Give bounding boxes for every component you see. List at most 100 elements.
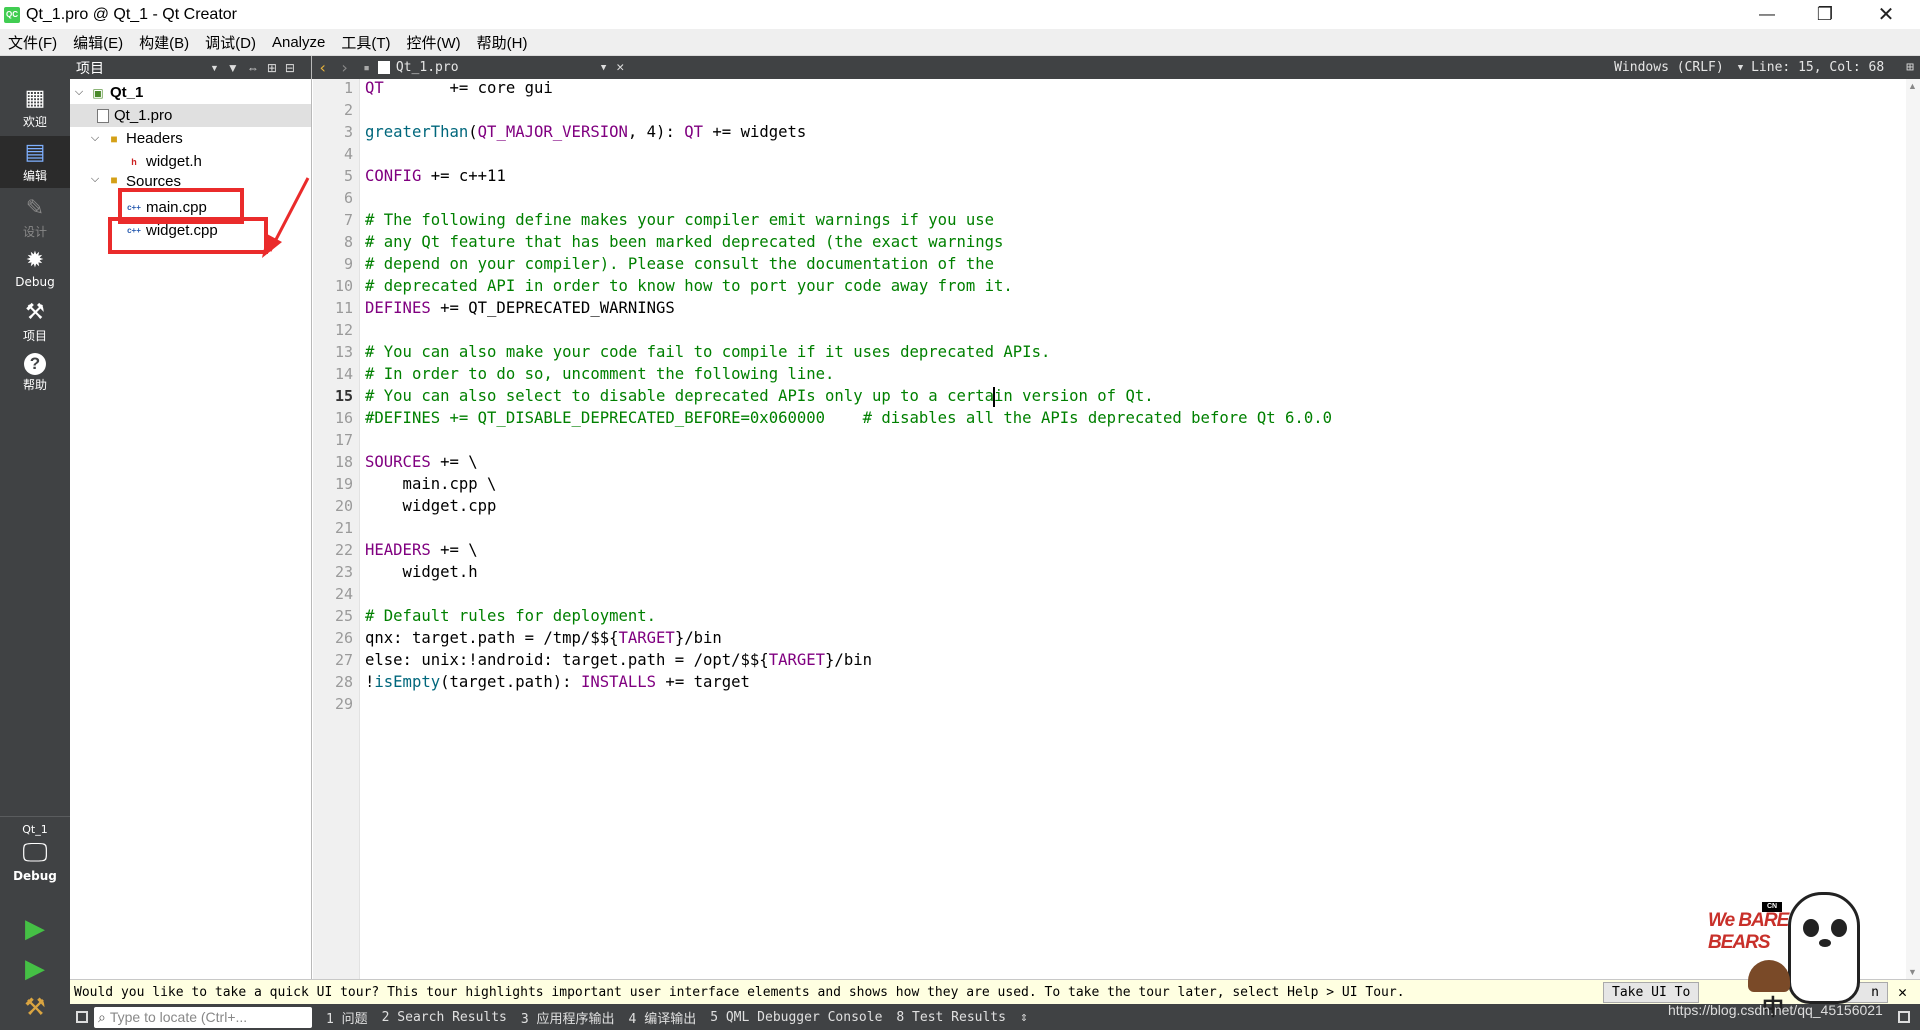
output-tab-application-output[interactable]: 3 应用程序输出 (521, 1008, 615, 1027)
file-icon (377, 61, 390, 74)
output-tab-issues[interactable]: 1 问题 (326, 1008, 368, 1027)
code-line: # You can also select to disable depreca… (365, 387, 1154, 405)
take-ui-tour-button[interactable]: Take UI To (1603, 982, 1700, 1003)
ui-tour-infobar: Would you like to take a quick UI tour? … (70, 979, 1920, 1004)
line-number: 18 (334, 453, 353, 471)
panda-eye (1831, 919, 1847, 937)
monitor-icon: 🖵 (22, 837, 48, 867)
mode-welcome[interactable]: ▦ 欢迎 (0, 86, 70, 136)
line-number: 27 (334, 651, 353, 669)
line-ending-selector[interactable]: Windows (CRLF) (1614, 60, 1724, 75)
menu-analyze[interactable]: Analyze (264, 34, 333, 51)
mode-projects[interactable]: ⚒ 项目 (0, 300, 70, 350)
qt-creator-window: QC Qt_1.pro @ Qt_1 - Qt Creator — ❐ ✕ 文件… (0, 0, 1920, 1030)
menu-help[interactable]: 帮助(H) (469, 32, 536, 53)
tree-item-project[interactable]: ⌵ ▣ Qt_1 (70, 81, 311, 104)
code-line: widget.cpp (365, 497, 497, 515)
close-document-icon[interactable]: ✕ (616, 60, 624, 75)
line-ending-dropdown-icon[interactable]: ▼ (1738, 63, 1743, 73)
split-icon[interactable]: ⊞ (263, 61, 281, 75)
line-number: 9 (343, 255, 353, 273)
close-infobar-icon[interactable]: ✕ (1898, 983, 1907, 1001)
close-pane-icon[interactable]: ⊟ (281, 61, 299, 75)
window-title: Qt_1.pro @ Qt_1 - Qt Creator (26, 5, 237, 23)
open-document-selector[interactable]: Qt_1.pro (396, 60, 601, 75)
menu-file[interactable]: 文件(F) (0, 32, 65, 53)
menu-edit[interactable]: 编辑(E) (65, 32, 131, 53)
line-number: 2 (343, 101, 353, 119)
pro-file-icon (97, 108, 109, 123)
restore-button[interactable]: ❐ (1796, 0, 1854, 29)
code-line: # depend on your compiler). Please consu… (365, 255, 995, 273)
mode-help-label: 帮助 (22, 378, 47, 392)
menu-tools[interactable]: 工具(T) (333, 32, 398, 53)
tree-item-label: widget.h (146, 153, 202, 170)
line-number: 24 (334, 585, 353, 603)
mode-edit-label: 编辑 (22, 169, 47, 183)
back-icon[interactable]: ‹ (318, 58, 328, 77)
output-tab-search-results[interactable]: 2 Search Results (382, 1010, 507, 1025)
kit-selector[interactable]: Qt_1 🖵 Debug (0, 822, 70, 902)
code-editor[interactable]: 1 2 3 4 5 6 7 8 9 10 11 12 13 14 15 16 17 18 19 20 21 22 23 24 2… (313, 79, 1920, 979)
cursor-position[interactable]: Line: 15, Col: 68 (1751, 60, 1884, 75)
toggle-output-pane-icon[interactable] (1898, 1011, 1910, 1023)
mode-help[interactable]: ? 帮助 (0, 353, 70, 403)
minimize-button[interactable]: — (1738, 0, 1796, 29)
menu-debug[interactable]: 调试(D) (197, 32, 264, 53)
output-tab-qml-debugger-console[interactable]: 5 QML Debugger Console (710, 1010, 882, 1025)
sticker-brand: We BARE BEARS (1708, 910, 1789, 953)
mode-debug[interactable]: ✹ Debug (0, 248, 70, 298)
build-button[interactable]: ⚒ (0, 992, 70, 1028)
expand-arrow-icon[interactable]: ⌵ (88, 173, 102, 186)
more-tabs-icon[interactable]: ⇕ (1020, 1010, 1028, 1025)
line-number: 1 (343, 79, 353, 97)
mode-edit[interactable]: ▤ 编辑 (0, 136, 70, 188)
annotation-arrow (262, 177, 310, 258)
debug-run-icon: ▶ (25, 953, 45, 983)
hammer-icon: ⚒ (24, 994, 46, 1021)
panda-eye (1803, 919, 1819, 937)
folder-icon: ■ (110, 131, 118, 146)
line-number: 7 (343, 211, 353, 229)
code-line: widget.h (365, 563, 478, 581)
expand-arrow-icon[interactable]: ⌵ (72, 86, 86, 99)
forward-icon[interactable]: › (340, 58, 350, 77)
project-view-selector[interactable]: 项目 (76, 58, 206, 78)
project-tree-pane: 项目 ▼ ▼ ⇔ ⊞ ⊟ ⌵ ▣ Qt_1 Qt_1.pro ⌵ ■ Heade… (70, 56, 312, 1004)
debug-run-button[interactable]: ▶ (0, 952, 70, 988)
output-tab-compile-output[interactable]: 4 编译输出 (629, 1008, 697, 1027)
split-editor-icon[interactable]: ⊞ (1906, 60, 1914, 75)
folder-icon: ■ (110, 173, 118, 187)
code-line: # Default rules for deployment. (365, 607, 657, 625)
filter-icon[interactable]: ▼ (223, 61, 243, 75)
grid-icon: ▦ (24, 85, 46, 110)
line-number: 4 (343, 145, 353, 163)
edit-icon: ▤ (24, 139, 46, 164)
close-window-button[interactable]: ✕ (1857, 0, 1915, 29)
line-number-gutter: 1 2 3 4 5 6 7 8 9 10 11 12 13 14 15 16 17 18 19 20 21 22 23 24 2… (313, 79, 360, 979)
vertical-scrollbar[interactable]: ▲ ▼ (1906, 79, 1920, 979)
mushroom-cap (1748, 960, 1790, 992)
view-dropdown-icon[interactable]: ▼ (206, 63, 223, 73)
header-file-icon: h (131, 156, 137, 167)
locator-placeholder: Type to locate (Ctrl+... (109, 1009, 248, 1025)
output-tab-test-results[interactable]: 8 Test Results (896, 1010, 1006, 1025)
line-number: 14 (334, 365, 353, 383)
code-line: qnx: target.path = /tmp/$${TARGET}/bin (365, 629, 722, 647)
menu-build[interactable]: 构建(B) (131, 32, 197, 53)
scroll-down-icon[interactable]: ▼ (1908, 967, 1917, 977)
line-number: 6 (343, 189, 353, 207)
document-dropdown-icon[interactable]: ▼ (601, 63, 606, 73)
code-line: #DEFINES += QT_DISABLE_DEPRECATED_BEFORE… (365, 409, 1332, 427)
panda-body (1788, 892, 1860, 1004)
mode-design[interactable]: ✎ 设计 (0, 196, 70, 246)
ui-tour-message: Would you like to take a quick UI tour? … (74, 984, 1405, 1000)
mode-design-label: 设计 (22, 225, 47, 239)
scroll-up-icon[interactable]: ▲ (1908, 81, 1917, 91)
run-button[interactable]: ▶ (0, 912, 70, 948)
menu-widgets[interactable]: 控件(W) (399, 32, 469, 53)
expand-arrow-icon[interactable]: ⌵ (88, 132, 102, 145)
locator-input[interactable]: ⌕ Type to locate (Ctrl+... (94, 1006, 312, 1028)
link-icon[interactable]: ⇔ (243, 61, 263, 75)
toggle-sidebar-icon[interactable] (76, 1011, 88, 1023)
